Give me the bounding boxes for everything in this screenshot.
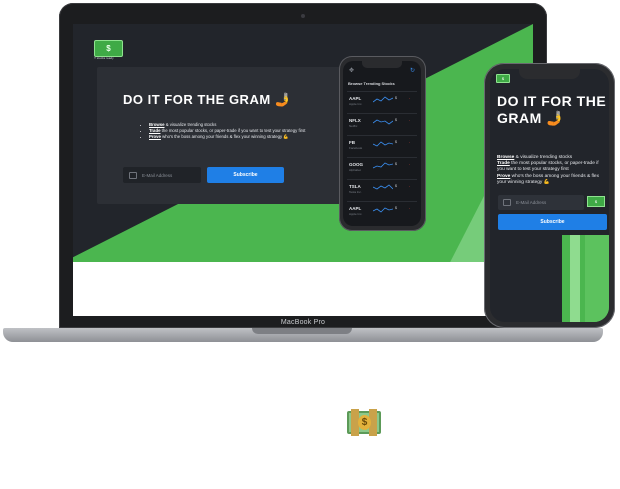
money-badge-icon: $ [587,196,605,207]
laptop-hinge-notch [252,328,352,334]
stock-ticker: GOOG [349,162,364,167]
camera-icon [301,14,305,18]
stock-price: $ [395,184,397,188]
hero-title: DO IT FOR THE GRAM 🤳 [123,92,292,107]
sparkline-icon [373,96,393,103]
email-field[interactable]: E-Mail Address [498,195,584,210]
expand-icon[interactable]: ✥ [349,67,354,74]
stock-name: Facebook [349,146,363,150]
feature-list: Browse & visualize trending stocks Trade… [143,122,319,140]
green-background-shape [585,235,609,322]
stock-price: $ [395,206,397,210]
stock-change: - [409,140,411,144]
mail-icon [503,199,511,206]
logo-icon[interactable]: $ [496,74,510,83]
feature-item: Trade the most popular stocks, or paper-… [497,161,599,173]
stock-change: - [409,162,411,166]
stock-change: - [409,206,411,210]
phone-screen: $ DO IT FOR THE GRAM 🤳 Browse & visualiz… [490,69,609,322]
stock-ticker: TSLA [349,184,361,189]
email-placeholder: E-Mail Address [142,172,173,178]
money-bag-icon: $ [347,409,381,436]
stock-name: Alphabet [349,168,361,172]
laptop-screen: $ Y stocks ready DO IT FOR THE GRAM 🤳 Br… [73,24,533,316]
hero-card: DO IT FOR THE GRAM 🤳 Browse & visualize … [97,67,359,204]
stock-price: $ [395,140,397,144]
mail-icon [129,171,137,179]
subscribe-button[interactable]: Subscribe [207,167,284,183]
sparkline-icon [373,207,393,213]
stock-change: - [409,184,411,188]
mini-phone-screen: ✥ ↻ Browse Trending Stocks AAPL Apple Inc… [343,61,421,226]
feature-list: Browse & visualize trending stocks Trade… [497,155,603,186]
subscribe-button[interactable]: Subscribe [498,214,607,230]
laptop-brand: MacBook Pro [280,319,326,326]
mini-phone-notch [362,61,402,68]
feature-item: Prove who's the boss among your friends … [149,134,319,140]
white-section [73,262,533,316]
hero-title: DO IT FOR THE GRAM 🤳 [497,93,607,126]
light-green-background-shape [570,235,580,322]
stock-price: $ [395,162,397,166]
phone-notch [519,69,580,79]
stock-change: - [409,118,411,122]
stock-row[interactable]: AAPL Apple Inc. $ - [347,91,417,112]
stock-row[interactable]: TSLA Tesla Inc. $ - [347,179,417,200]
stock-ticker: AAPL [349,206,362,211]
stock-row[interactable]: GOOG Alphabet $ - [347,157,417,178]
refresh-icon[interactable]: ↻ [410,67,415,74]
logo-icon[interactable]: $ [94,40,123,57]
stock-change: - [409,96,411,100]
stock-name: Apple Inc. [349,102,363,106]
stock-row[interactable]: NFLX Netflix $ - [347,113,417,134]
stock-ticker: FB [349,140,355,145]
stock-price: $ [395,118,397,122]
sparkline-icon [373,184,393,190]
stock-row[interactable]: FB Facebook $ - [347,135,417,156]
sparkline-icon [373,119,393,125]
feature-item: Prove who's the boss among your friends … [497,173,599,185]
stock-name: Tesla Inc. [349,190,362,194]
logo-caption: Y stocks ready [94,56,114,60]
mini-header: Browse Trending Stocks [348,81,395,86]
email-placeholder: E-Mail Address [516,200,547,205]
stock-name: Apple Inc. [349,212,363,216]
stock-ticker: NFLX [349,118,361,123]
stock-price: $ [395,96,397,100]
stock-ticker: AAPL [349,96,362,101]
sparkline-icon [373,162,393,169]
sparkline-icon [373,141,393,147]
stock-row[interactable]: AAPL Apple Inc. $ - [347,201,417,222]
stock-name: Netflix [349,124,358,128]
email-field[interactable]: E-Mail Address [123,167,201,183]
